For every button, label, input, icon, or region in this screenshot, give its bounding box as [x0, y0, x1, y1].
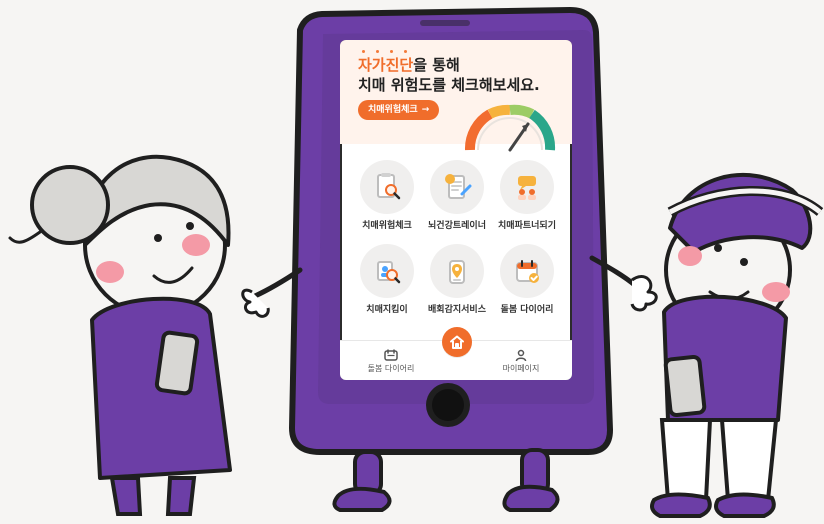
user-icon [515, 349, 527, 361]
feature-label: 치매지킴이 [366, 305, 408, 315]
clipboard-magnifier-icon [377, 173, 401, 200]
tab-care-diary[interactable]: 돌봄 다이어리 [346, 349, 436, 374]
home-button[interactable] [442, 327, 472, 357]
dot [376, 50, 379, 53]
tab-label: 마이페이지 [502, 364, 540, 373]
feature-label: 배회감지서비스 [428, 305, 486, 315]
feature-label: 뇌건강트레이너 [428, 221, 486, 231]
grandma-character [8, 154, 232, 516]
dot [362, 50, 365, 53]
tab-label: 돌봄 다이어리 [367, 364, 415, 373]
dot [390, 50, 393, 53]
feature-tile[interactable]: 배회감지서비스 [424, 238, 490, 315]
dot [404, 50, 407, 53]
calendar-check-icon [516, 260, 539, 283]
feature-label: 치매파트너되기 [498, 221, 556, 231]
grandpa-character [650, 173, 824, 518]
phone-screen: 자가진단을 통해 치매 위험도를 체크해보세요. 치매위험체크 → 치매위험체크… [340, 40, 572, 380]
tab-mypage[interactable]: 마이페이지 [476, 349, 566, 374]
hero-banner: 자가진단을 통해 치매 위험도를 체크해보세요. 치매위험체크 → [340, 40, 572, 152]
arrow-right-icon: → [421, 105, 430, 115]
bottom-tabbar: 돌봄 다이어리 마이페이지 [340, 327, 572, 380]
feature-grid: 치매위험체크 뇌건강트레이너 치매파트너되기 치매지킴이 배회감지서비스 돌봄 … [354, 154, 560, 315]
hero-subtitle: 치매 위험도를 체크해보세요. [358, 76, 540, 94]
hero-title-rest: 을 통해 [413, 56, 460, 74]
cta-label: 치매위험체크 [368, 105, 418, 115]
community-icon [518, 176, 536, 200]
location-pin-phone-icon [449, 260, 465, 284]
notebook-pen-icon [445, 174, 472, 199]
dementia-check-button[interactable]: 치매위험체크 → [358, 100, 440, 120]
hero-title: 자가진단을 통해 [358, 56, 460, 75]
feature-tile[interactable]: 치매파트너되기 [494, 154, 560, 231]
calendar-icon [384, 349, 398, 361]
feature-tile[interactable]: 치매지킴이 [354, 238, 420, 315]
feature-label: 돌봄 다이어리 [500, 305, 554, 315]
home-icon [450, 335, 464, 349]
feature-tile[interactable]: 돌봄 다이어리 [494, 238, 560, 315]
risk-gauge-icon [465, 104, 556, 152]
hero-title-accent: 자가진단 [358, 56, 414, 74]
feature-tile[interactable]: 뇌건강트레이너 [424, 154, 490, 231]
profile-search-icon [377, 261, 401, 284]
feature-label: 치매위험체크 [362, 221, 412, 231]
feature-tile[interactable]: 치매위험체크 [354, 154, 420, 231]
